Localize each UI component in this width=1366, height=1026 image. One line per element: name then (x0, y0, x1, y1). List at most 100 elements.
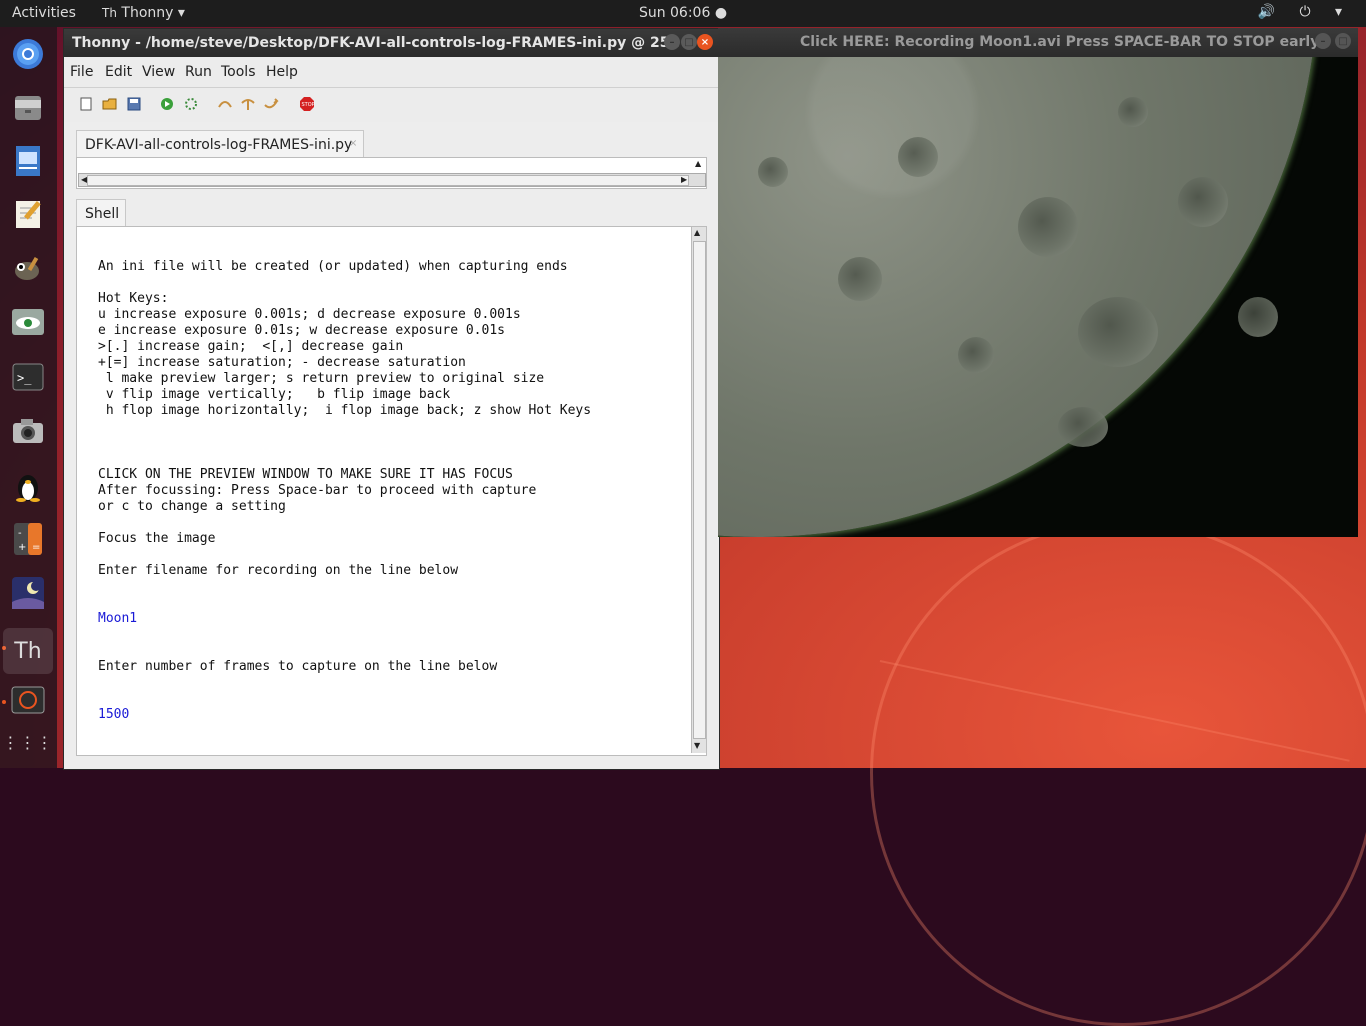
debug-icon[interactable] (183, 96, 199, 112)
shell-panel[interactable]: An ini file will be created (or updated)… (76, 226, 707, 756)
shell-line: Focus the image (98, 531, 216, 546)
shell-line: e increase exposure 0.01s; w decrease ex… (98, 323, 505, 338)
text-editor-icon[interactable] (9, 195, 47, 233)
thonny-app-icon: Th (102, 6, 117, 20)
shell-line: >[.] increase gain; <[,] decrease gain (98, 339, 404, 354)
editor-tab[interactable]: DFK-AVI-all-controls-log-FRAMES-ini.py × (76, 130, 364, 158)
terminal-icon[interactable]: >_ (9, 358, 47, 396)
crater (1058, 407, 1108, 447)
run-icon[interactable] (159, 96, 175, 112)
maximize-icon[interactable]: □ (1335, 33, 1351, 49)
gimp-icon[interactable] (9, 249, 47, 287)
scroll-up-arrow-icon[interactable]: ▲ (694, 228, 700, 237)
new-file-icon[interactable] (78, 96, 94, 112)
app-menu-label: Thonny ▾ (121, 5, 185, 21)
shell-line: l make preview larger; s return preview … (98, 371, 545, 386)
shell-line: CLICK ON THE PREVIEW WINDOW TO MAKE SURE… (98, 467, 513, 482)
scroll-up-arrow-icon[interactable]: ▲ (695, 159, 701, 168)
night-sky-icon[interactable] (9, 574, 47, 612)
moon-preview-image[interactable] (718, 57, 1358, 537)
crater (1178, 177, 1228, 227)
step-out-icon[interactable] (263, 96, 279, 112)
svg-text:=: = (32, 542, 40, 553)
horizontal-scroll-thumb[interactable] (87, 175, 689, 186)
scroll-right-arrow-icon[interactable]: ▶ (681, 175, 687, 184)
step-into-icon[interactable] (240, 96, 256, 112)
toolbar: STOP (64, 88, 719, 122)
crater (1078, 297, 1158, 367)
thonny-titlebar[interactable]: Thonny - /home/steve/Desktop/DFK-AVI-all… (64, 29, 719, 57)
shell-tab-label: Shell (85, 206, 120, 222)
shell-line: h flop image horizontally; i flop image … (98, 403, 592, 418)
vertical-scrollbar[interactable]: ▲ ▼ (691, 227, 706, 753)
shell-line: Enter filename for recording on the line… (98, 563, 459, 578)
window-title: Thonny - /home/steve/Desktop/DFK-AVI-all… (72, 35, 695, 51)
minimize-icon[interactable]: – (664, 34, 680, 50)
menu-tools[interactable]: Tools (221, 64, 256, 80)
menu-edit[interactable]: Edit (105, 64, 132, 80)
linux-tux-icon[interactable] (9, 467, 47, 505)
svg-text:>_: >_ (17, 371, 32, 385)
shell-line: or c to change a setting (98, 499, 286, 514)
clock-container: Sun 06:06 ● (0, 5, 1366, 21)
close-icon[interactable]: × (697, 34, 713, 50)
svg-text:-: - (18, 528, 22, 539)
running-indicator (2, 700, 6, 704)
shell-line: +[=] increase saturation; - decrease sat… (98, 355, 466, 370)
system-tray[interactable]: 🔊 ⏻ ▾ (1258, 4, 1352, 20)
shell-lines-group: An ini file will be created (or updated)… (98, 259, 688, 579)
crater (1018, 197, 1078, 257)
open-file-icon[interactable] (102, 96, 118, 112)
files-icon[interactable] (9, 88, 47, 126)
shell-line: After focussing: Press Space-bar to proc… (98, 483, 537, 498)
top-bar: Activities Th Thonny ▾ Sun 06:06 ● 🔊 ⏻ ▾ (0, 0, 1366, 27)
menu-file[interactable]: File (70, 64, 93, 80)
menu-bar: File Edit View Run Tools Help (64, 57, 719, 88)
screenshot-icon[interactable] (9, 412, 47, 450)
minimize-icon[interactable]: – (1315, 33, 1331, 49)
apps-grid-icon[interactable]: ⋮⋮⋮ (3, 723, 53, 761)
crater (1118, 97, 1148, 127)
wallpaper-arc (870, 520, 1366, 1026)
preview-titlebar[interactable]: Click HERE: Recording Moon1.avi Press SP… (718, 28, 1358, 57)
menu-help[interactable]: Help (266, 64, 298, 80)
shell-line: u increase exposure 0.001s; d decrease e… (98, 307, 521, 322)
thonny-window: Thonny - /home/steve/Desktop/DFK-AVI-all… (63, 28, 720, 770)
maximize-icon[interactable]: □ (681, 34, 697, 50)
scroll-down-arrow-icon[interactable]: ▼ (694, 741, 700, 750)
app-menu-thonny[interactable]: Th Thonny ▾ (102, 5, 185, 21)
camera-app-icon[interactable] (9, 682, 47, 720)
tab-close-icon[interactable]: × (349, 138, 357, 149)
save-file-icon[interactable] (126, 96, 142, 112)
eye-of-gnome-icon[interactable] (9, 303, 47, 341)
svg-text:STOP: STOP (302, 102, 315, 108)
shell-prompt-frames: Enter number of frames to capture on the… (98, 659, 498, 674)
crater (958, 337, 994, 373)
step-over-icon[interactable] (217, 96, 233, 112)
vertical-scroll-thumb[interactable] (693, 241, 706, 739)
preview-window[interactable]: Click HERE: Recording Moon1.avi Press SP… (718, 28, 1358, 537)
menu-view[interactable]: View (142, 64, 175, 80)
thonny-icon[interactable]: Th (3, 628, 53, 674)
crater (1238, 297, 1278, 337)
shell-line: Hot Keys: (98, 291, 169, 306)
crater (758, 157, 788, 187)
activities-button[interactable]: Activities (12, 5, 76, 21)
moon-disc (718, 57, 1318, 537)
horizontal-scrollbar[interactable]: ◀ ▶ (78, 173, 706, 187)
preview-title: Click HERE: Recording Moon1.avi Press SP… (800, 34, 1320, 50)
menu-run[interactable]: Run (185, 64, 212, 80)
thonny-glyph: Th (14, 638, 42, 664)
clock[interactable]: Sun 06:06 ● (639, 5, 727, 21)
calculator-icon[interactable]: - + = (9, 520, 47, 558)
stop-icon[interactable]: STOP (299, 96, 315, 112)
chrome-icon[interactable] (9, 35, 47, 73)
document-viewer-icon[interactable] (9, 142, 47, 180)
shell-tab[interactable]: Shell (76, 199, 126, 227)
svg-text:+: + (18, 542, 26, 553)
shell-line: v flip image vertically; b flip image ba… (98, 387, 451, 402)
shell-lines-group-2: RECORDING Moon1.aviClick on the preview … (98, 755, 688, 756)
